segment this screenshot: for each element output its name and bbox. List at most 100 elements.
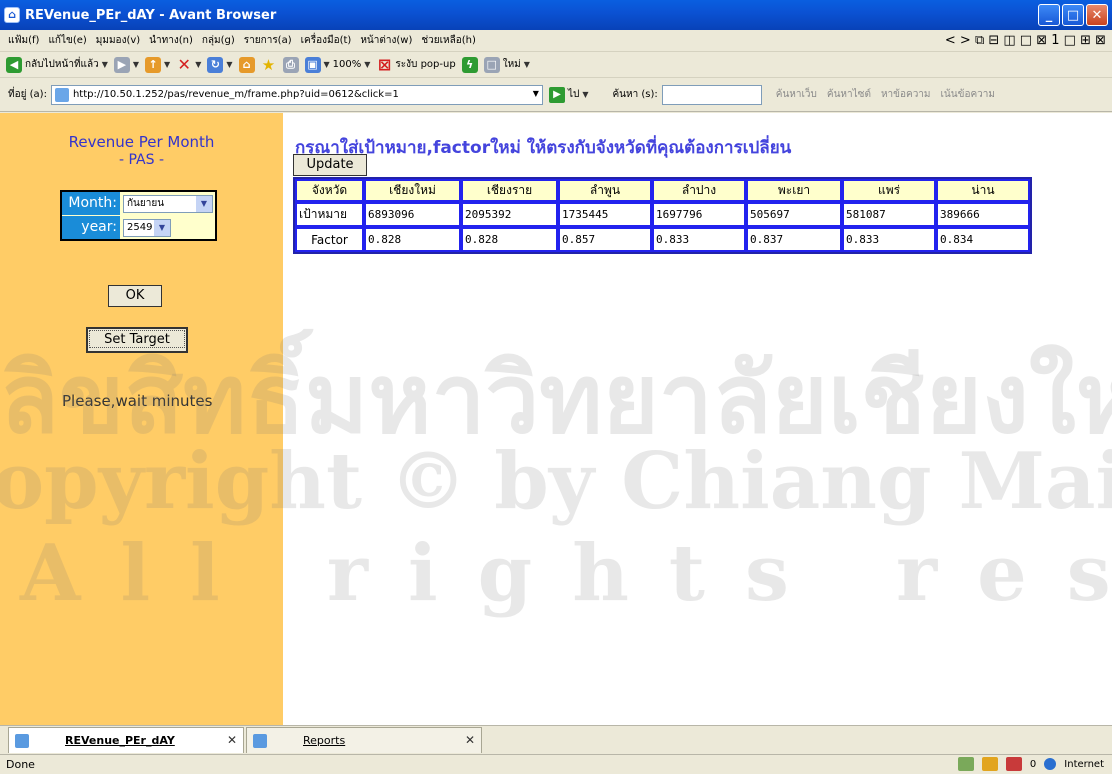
chevron-down-icon: ▼	[364, 60, 371, 69]
home-button[interactable]: ⌂	[238, 54, 255, 76]
address-input[interactable]: http://10.50.1.252/pas/revenue_m/frame.p…	[50, 84, 543, 105]
table-header-row: จังหวัด เชียงใหม่ เชียงราย ลำพูน ลำปาง พ…	[295, 179, 1030, 202]
popup-blocker-label: ระงับ pop-up	[395, 59, 456, 70]
forward-button[interactable]: ▶ ▼	[113, 54, 139, 76]
factor-input[interactable]: 0.837	[746, 227, 842, 252]
tab-reports[interactable]: Reports ✕	[246, 727, 482, 753]
month-select[interactable]: กันยายน ▼	[123, 195, 213, 213]
search-input[interactable]	[661, 84, 762, 105]
page-icon	[15, 733, 29, 748]
new-tab-label: ใหม่	[502, 59, 521, 70]
chevron-down-icon: ▼	[523, 60, 530, 69]
chevron-down-icon: ▼	[101, 60, 108, 69]
close-tab-icon[interactable]: ✕	[465, 733, 475, 747]
minimize-button[interactable]: _	[1038, 4, 1060, 26]
factor-input[interactable]: 0.857	[558, 227, 652, 252]
close-button[interactable]: ✕	[1086, 4, 1108, 26]
window-controls: _ □ ✕	[1038, 4, 1108, 26]
menu-navigate[interactable]: นำทาง(n)	[149, 33, 193, 48]
target-input[interactable]: 581087	[842, 202, 936, 227]
print-button[interactable]: ⎙	[282, 54, 299, 76]
flash-status-icon[interactable]	[981, 757, 998, 771]
printer-icon: ⎙	[282, 56, 299, 73]
factor-input[interactable]: 0.828	[461, 227, 558, 252]
menu-edit[interactable]: แก้ไข(e)	[48, 33, 86, 48]
go-arrow-icon: ▶	[548, 86, 565, 103]
table-row: Factor 0.828 0.828 0.857 0.833 0.837 0.8…	[295, 227, 1030, 252]
update-button[interactable]: Update	[293, 154, 367, 176]
up-button[interactable]: ↑ ▼	[145, 54, 170, 76]
table-header-cell: ลำพูน	[558, 179, 652, 202]
menu-favorites[interactable]: รายการ(a)	[244, 33, 292, 48]
menu-file[interactable]: แฟ้ม(f)	[8, 33, 39, 48]
close-tab-icon[interactable]: ✕	[227, 733, 237, 747]
target-input[interactable]: 505697	[746, 202, 842, 227]
menu-help[interactable]: ช่วยเหลือ(h)	[421, 33, 476, 48]
ok-button[interactable]: OK	[108, 285, 162, 307]
chevron-down-icon[interactable]: ▼	[533, 89, 539, 98]
menu-bar: แฟ้ม(f) แก้ไข(e) มุมมอง(v) นำทาง(n) กลุ่…	[0, 30, 1112, 52]
factor-input[interactable]: 0.834	[936, 227, 1030, 252]
target-input[interactable]: 1735445	[558, 202, 652, 227]
flash-button[interactable]: ϟ	[461, 54, 478, 76]
security-icon[interactable]	[957, 757, 974, 771]
target-input[interactable]: 6893096	[364, 202, 461, 227]
favorites-button[interactable]: ★	[261, 54, 277, 76]
home-icon: ⌂	[238, 56, 255, 73]
month-label: Month:	[62, 192, 120, 215]
go-button[interactable]: ▶ ไป ▼	[548, 86, 589, 103]
row-label-target: เป้าหมาย	[295, 202, 364, 227]
table-header-cell: เชียงราย	[461, 179, 558, 202]
target-input[interactable]: 2095392	[461, 202, 558, 227]
find-text-option[interactable]: หาข้อความ	[881, 87, 931, 102]
search-site-option[interactable]: ค้นหาไซต์	[827, 87, 871, 102]
search-web-option[interactable]: ค้นหาเว็บ	[776, 87, 817, 102]
maximize-button[interactable]: □	[1062, 4, 1084, 26]
month-value: กันยายน	[127, 198, 165, 209]
search-options: ค้นหาเว็บ ค้นหาไซต์ หาข้อความ เน้นข้อควา…	[776, 87, 995, 102]
popup-block-icon: ⊠	[377, 55, 392, 74]
status-zone: Internet	[1064, 758, 1104, 770]
set-target-button[interactable]: Set Target	[86, 327, 188, 353]
back-button[interactable]: ◀ กลับไปหน้าที่แล้ว ▼	[6, 54, 108, 76]
chevron-down-icon: ▼	[582, 90, 589, 99]
status-count: 0	[1029, 758, 1037, 770]
month-row: Month: กันยายน ▼	[62, 192, 215, 215]
menu-tools[interactable]: เครื่องมือ(t)	[301, 33, 352, 48]
year-label: year:	[62, 216, 120, 239]
refresh-button[interactable]: ↻ ▼	[207, 54, 233, 76]
menu-window[interactable]: หน้าต่าง(w)	[360, 33, 412, 48]
row-label-factor: Factor	[295, 227, 364, 252]
factor-input[interactable]: 0.828	[364, 227, 461, 252]
tab-revenue[interactable]: REVenue_PEr_dAY ✕	[8, 727, 244, 753]
popup-blocker-button[interactable]: ⊠ ระงับ pop-up	[376, 54, 456, 76]
highlight-text-option[interactable]: เน้นข้อความ	[941, 87, 995, 102]
zoom-control[interactable]: ▣ ▼ 100% ▼	[304, 54, 371, 76]
table-header-cell: น่าน	[936, 179, 1030, 202]
address-label: ที่อยู่ (a):	[8, 89, 47, 100]
year-select[interactable]: 2549 ▼	[123, 219, 171, 237]
factor-input[interactable]: 0.833	[652, 227, 746, 252]
menu-group[interactable]: กลุ่ม(g)	[202, 33, 235, 48]
menu-view[interactable]: มุมมอง(v)	[96, 33, 140, 48]
table-header-cell: แพร่	[842, 179, 936, 202]
tab-navigation-icons[interactable]: < > ⧉ ⊟ ◫ □ ⊠ 1 □ ⊞ ⊠	[945, 33, 1106, 48]
target-input[interactable]: 1697796	[652, 202, 746, 227]
search-label: ค้นหา (s):	[612, 89, 658, 100]
back-label: กลับไปหน้าที่แล้ว	[25, 59, 99, 70]
address-url: http://10.50.1.252/pas/revenue_m/frame.p…	[72, 89, 399, 100]
stop-icon: ✕	[177, 55, 191, 74]
target-input[interactable]: 389666	[936, 202, 1030, 227]
back-arrow-icon: ◀	[6, 56, 22, 73]
page-content: Revenue Per Month - PAS - Month: กันยายน…	[0, 113, 1112, 725]
table-header-province: จังหวัด	[295, 179, 364, 202]
chevron-down-icon: ▼	[154, 220, 170, 236]
new-page-icon: □	[483, 56, 500, 73]
factor-input[interactable]: 0.833	[842, 227, 936, 252]
window-title: REVenue_PEr_dAY - Avant Browser	[25, 7, 277, 23]
table-header-cell: ลำปาง	[652, 179, 746, 202]
browser-tabs: REVenue_PEr_dAY ✕ Reports ✕	[0, 725, 1112, 753]
popup-status-icon[interactable]	[1005, 757, 1022, 771]
stop-button[interactable]: ✕ ▼	[176, 54, 202, 76]
new-tab-button[interactable]: □ ใหม่ ▼	[483, 54, 530, 76]
